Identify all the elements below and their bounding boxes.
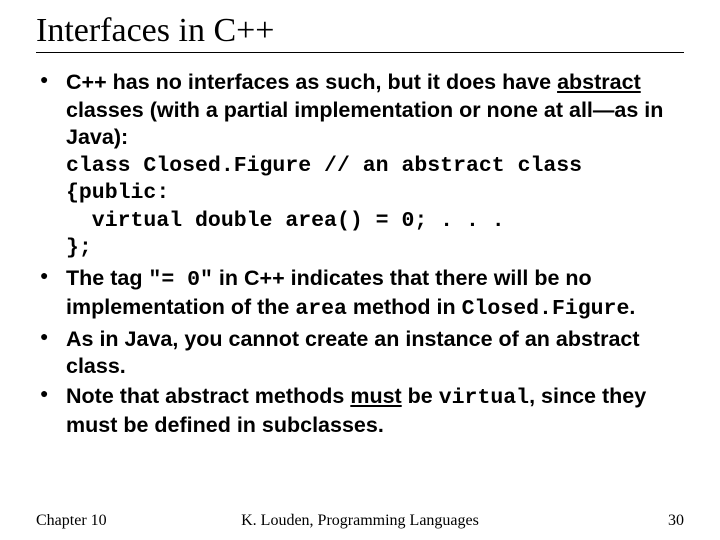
code-block: class Closed.Figure // an abstract class… [66, 153, 684, 263]
code-inline: virtual [439, 386, 529, 410]
list-item: As in Java, you cannot create an instanc… [36, 326, 684, 381]
code-inline: "= 0" [148, 268, 213, 292]
footer-center: K. Louden, Programming Languages [36, 512, 684, 530]
text: C++ has no interfaces as such, but it do… [66, 70, 557, 94]
slide-title: Interfaces in C++ [36, 12, 684, 53]
text: . [629, 295, 635, 319]
slide-footer: Chapter 10 K. Louden, Programming Langua… [36, 512, 684, 530]
bullet-list: C++ has no interfaces as such, but it do… [36, 69, 684, 440]
text: The tag [66, 266, 148, 290]
list-item: Note that abstract methods must be virtu… [36, 383, 684, 440]
code-inline: Closed.Figure [462, 297, 630, 321]
text: classes (with a partial implementation o… [66, 98, 663, 150]
text: Note that abstract methods [66, 384, 350, 408]
slide-body: C++ has no interfaces as such, but it do… [36, 69, 684, 440]
text: be [402, 384, 439, 408]
text: method in [347, 295, 462, 319]
list-item: C++ has no interfaces as such, but it do… [36, 69, 684, 263]
list-item: The tag "= 0" in C++ indicates that ther… [36, 265, 684, 324]
code-inline: area [295, 297, 347, 321]
text: As in Java, you cannot create an instanc… [66, 327, 640, 379]
slide: Interfaces in C++ C++ has no interfaces … [0, 0, 720, 540]
underline-text: abstract [557, 70, 641, 94]
underline-text: must [350, 384, 401, 408]
